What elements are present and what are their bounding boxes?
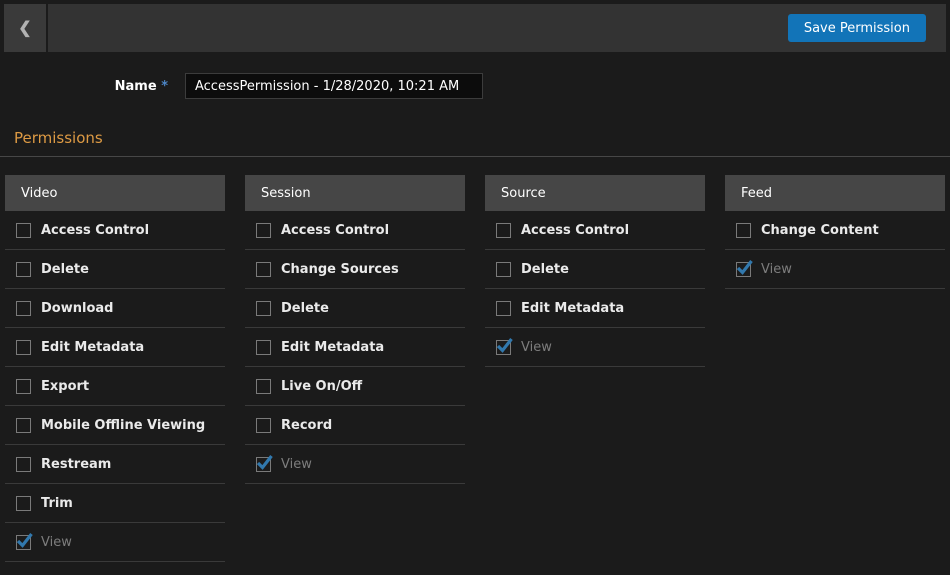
checkbox-video-delete[interactable] — [16, 262, 31, 277]
permission-row-video-mobile-offline-viewing: Mobile Offline Viewing — [5, 406, 225, 445]
check-icon — [255, 453, 274, 472]
permission-label-live-on-off: Live On/Off — [281, 379, 362, 394]
permissions-section-title: Permissions — [14, 129, 950, 147]
permission-column-video: Video Access Control Delete Download Edit Me… — [5, 175, 225, 562]
name-input[interactable] — [185, 73, 483, 99]
permission-label-view: View — [521, 340, 552, 355]
permission-row-session-change-sources: Change Sources — [245, 250, 465, 289]
checkbox-source-access-control[interactable] — [496, 223, 511, 238]
permission-row-video-restream: Restream — [5, 445, 225, 484]
name-label: Name * — [0, 79, 168, 94]
column-header-source: Source — [485, 175, 705, 211]
permission-label-change-content: Change Content — [761, 223, 879, 238]
permission-row-feed-view: View — [725, 250, 945, 289]
required-asterisk: * — [161, 79, 168, 94]
chevron-left-icon: ❮ — [18, 18, 31, 38]
permission-label-export: Export — [41, 379, 89, 394]
check-icon — [735, 258, 754, 277]
checkbox-video-mobile-offline-viewing[interactable] — [16, 418, 31, 433]
back-button[interactable]: ❮ — [4, 4, 46, 52]
permission-label-delete: Delete — [521, 262, 569, 277]
permission-label-trim: Trim — [41, 496, 73, 511]
permission-row-video-trim: Trim — [5, 484, 225, 523]
checkbox-video-edit-metadata[interactable] — [16, 340, 31, 355]
permission-label-access-control: Access Control — [521, 223, 629, 238]
permission-row-session-live-on-off: Live On/Off — [245, 367, 465, 406]
permission-label-view: View — [41, 535, 72, 550]
checkbox-source-view — [496, 340, 511, 355]
checkbox-session-live-on-off[interactable] — [256, 379, 271, 394]
permission-row-video-view: View — [5, 523, 225, 562]
checkbox-feed-change-content[interactable] — [736, 223, 751, 238]
access-permission-page: ❮ Save Permission Name * Permissions Vid… — [0, 4, 950, 562]
checkbox-session-delete[interactable] — [256, 301, 271, 316]
checkbox-session-edit-metadata[interactable] — [256, 340, 271, 355]
permission-label-mobile-offline-viewing: Mobile Offline Viewing — [41, 418, 205, 433]
permission-label-edit-metadata: Edit Metadata — [281, 340, 384, 355]
permission-row-feed-change-content: Change Content — [725, 211, 945, 250]
checkbox-video-view — [16, 535, 31, 550]
checkbox-video-trim[interactable] — [16, 496, 31, 511]
checkbox-source-edit-metadata[interactable] — [496, 301, 511, 316]
permission-label-delete: Delete — [281, 301, 329, 316]
permission-column-source: Source Access Control Delete Edit Metadata V… — [485, 175, 705, 367]
permission-label-access-control: Access Control — [41, 223, 149, 238]
permission-label-view: View — [281, 457, 312, 472]
checkbox-source-delete[interactable] — [496, 262, 511, 277]
permission-row-source-edit-metadata: Edit Metadata — [485, 289, 705, 328]
checkbox-session-view — [256, 457, 271, 472]
name-field-row: Name * — [0, 73, 950, 99]
permission-row-source-access-control: Access Control — [485, 211, 705, 250]
checkbox-session-change-sources[interactable] — [256, 262, 271, 277]
column-header-video: Video — [5, 175, 225, 211]
permission-row-video-export: Export — [5, 367, 225, 406]
checkbox-video-export[interactable] — [16, 379, 31, 394]
permissions-columns: Video Access Control Delete Download Edit Me… — [5, 175, 945, 562]
permission-row-source-delete: Delete — [485, 250, 705, 289]
permission-row-video-edit-metadata: Edit Metadata — [5, 328, 225, 367]
permission-row-session-delete: Delete — [245, 289, 465, 328]
checkbox-session-access-control[interactable] — [256, 223, 271, 238]
permission-row-source-view: View — [485, 328, 705, 367]
permission-row-session-record: Record — [245, 406, 465, 445]
section-divider — [0, 156, 950, 157]
column-header-feed: Feed — [725, 175, 945, 211]
permission-label-view: View — [761, 262, 792, 277]
permission-label-access-control: Access Control — [281, 223, 389, 238]
checkbox-video-restream[interactable] — [16, 457, 31, 472]
topbar-main: Save Permission — [48, 4, 946, 52]
name-label-text: Name — [115, 79, 157, 94]
checkbox-session-record[interactable] — [256, 418, 271, 433]
column-header-session: Session — [245, 175, 465, 211]
permission-row-session-edit-metadata: Edit Metadata — [245, 328, 465, 367]
permission-label-delete: Delete — [41, 262, 89, 277]
permission-label-edit-metadata: Edit Metadata — [41, 340, 144, 355]
checkbox-feed-view — [736, 262, 751, 277]
checkbox-video-access-control[interactable] — [16, 223, 31, 238]
permission-label-change-sources: Change Sources — [281, 262, 399, 277]
permission-row-video-delete: Delete — [5, 250, 225, 289]
permission-column-session: Session Access Control Change Sources Delet… — [245, 175, 465, 484]
permission-column-feed: Feed Change Content View — [725, 175, 945, 289]
permission-label-record: Record — [281, 418, 332, 433]
topbar: ❮ Save Permission — [4, 4, 946, 52]
checkbox-video-download[interactable] — [16, 301, 31, 316]
permission-label-restream: Restream — [41, 457, 111, 472]
permission-row-session-view: View — [245, 445, 465, 484]
permission-row-video-access-control: Access Control — [5, 211, 225, 250]
check-icon — [495, 336, 514, 355]
permission-row-video-download: Download — [5, 289, 225, 328]
check-icon — [15, 531, 34, 550]
permission-label-download: Download — [41, 301, 113, 316]
permission-row-session-access-control: Access Control — [245, 211, 465, 250]
permission-label-edit-metadata: Edit Metadata — [521, 301, 624, 316]
save-permission-button[interactable]: Save Permission — [788, 14, 926, 42]
